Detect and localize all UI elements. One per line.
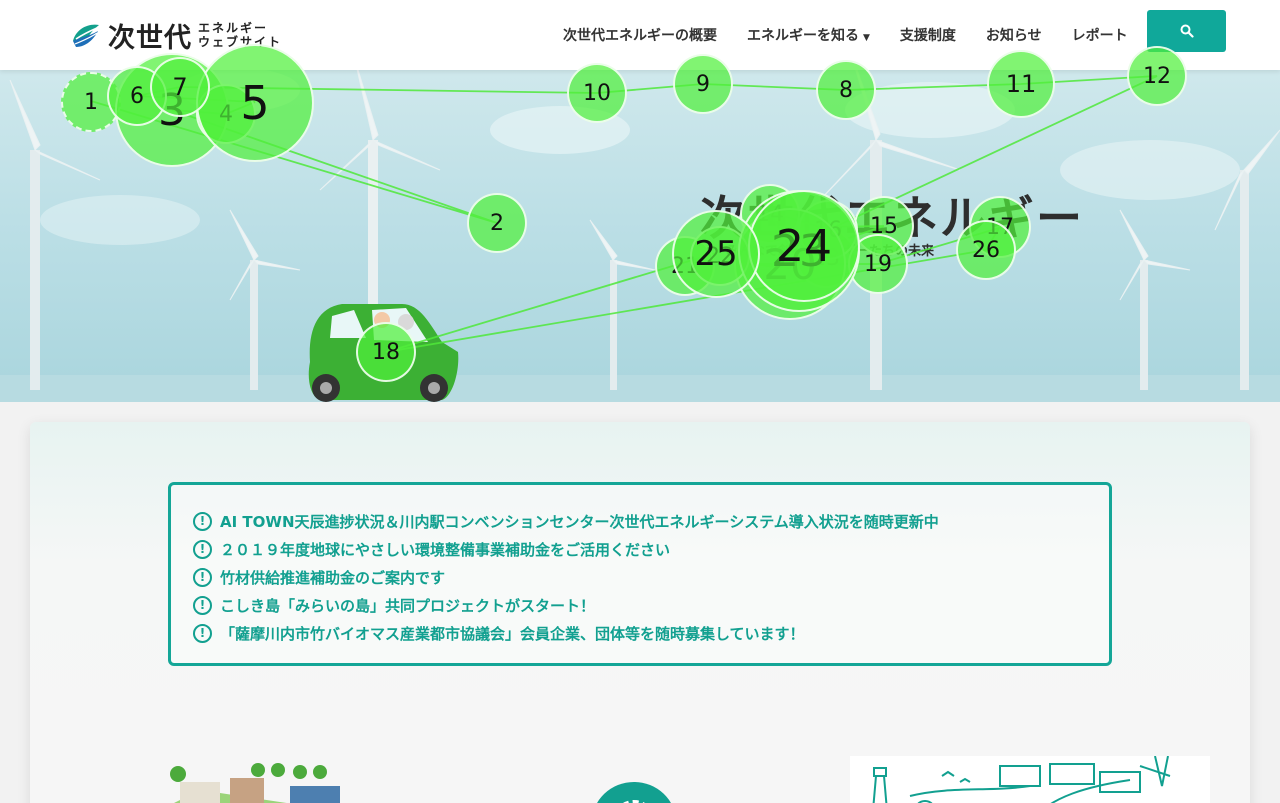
search-button[interactable] bbox=[1147, 10, 1226, 52]
site-header: 次世代 エネルギー ウェブサイト 次世代エネルギーの概要 エネルギーを知る ▼ 支… bbox=[0, 0, 1280, 70]
notice-text: ２０１９年度地球にやさしい環境整備事業補助金をご活用ください bbox=[220, 540, 671, 559]
caret-down-icon: ▼ bbox=[863, 33, 870, 43]
exclamation-circle-icon: ! bbox=[193, 539, 212, 559]
energy-badge-icon bbox=[597, 782, 671, 803]
main-nav: 次世代エネルギーの概要 エネルギーを知る ▼ 支援制度 お知らせ レポート bbox=[548, 0, 1143, 70]
logo-sub-line2: ウェブサイト bbox=[198, 35, 283, 49]
exclamation-circle-icon: ! bbox=[193, 595, 212, 615]
search-icon bbox=[1180, 24, 1194, 38]
site-logo[interactable]: 次世代 エネルギー ウェブサイト bbox=[70, 16, 282, 54]
notice-item[interactable]: ! こしき島「みらいの島」共同プロジェクトがスタート！ bbox=[193, 591, 1087, 619]
notice-text: AI TOWN天辰進捗状況＆川内駅コンベンションセンター次世代エネルギーシステム… bbox=[220, 512, 939, 531]
nav-item-learn-energy[interactable]: エネルギーを知る ▼ bbox=[732, 25, 885, 45]
nav-item-news[interactable]: お知らせ bbox=[971, 25, 1057, 45]
exclamation-circle-icon: ! bbox=[193, 511, 212, 531]
notice-item[interactable]: ! 竹材供給推進補助金のご案内です bbox=[193, 563, 1087, 591]
notice-text: 「薩摩川内市竹バイオマス産業都市協議会」会員企業、団体等を随時募集しています！ bbox=[220, 624, 805, 643]
logo-main-text: 次世代 bbox=[108, 22, 192, 54]
notice-text: こしき島「みらいの島」共同プロジェクトがスタート！ bbox=[220, 596, 596, 615]
hero-title: 次世代エネルギー bbox=[700, 191, 1084, 245]
logo-sub-line1: エネルギー bbox=[198, 21, 269, 35]
logo-sub-text: エネルギー ウェブサイト bbox=[198, 21, 282, 49]
nav-item-support[interactable]: 支援制度 bbox=[885, 25, 971, 45]
nav-item-report[interactable]: レポート bbox=[1057, 25, 1143, 45]
hero-banner: 次世代エネルギー みんなで創るエネルギーたちの未来 bbox=[0, 70, 1280, 402]
leaf-logo-icon bbox=[73, 24, 99, 47]
nav-item-overview[interactable]: 次世代エネルギーの概要 bbox=[548, 25, 732, 45]
hero-subtitle: みんなで創るエネルギーたちの未来 bbox=[726, 244, 935, 259]
notice-item[interactable]: ! AI TOWN天辰進捗状況＆川内駅コンベンションセンター次世代エネルギーシステ… bbox=[193, 507, 1087, 535]
green-car bbox=[308, 304, 459, 402]
nav-item-label: エネルギーを知る bbox=[747, 28, 859, 44]
town-illustration bbox=[170, 763, 340, 803]
notice-list: ! AI TOWN天辰進捗状況＆川内駅コンベンションセンター次世代エネルギーシステ… bbox=[168, 482, 1112, 666]
notice-item[interactable]: ! 「薩摩川内市竹バイオマス産業都市協議会」会員企業、団体等を随時募集しています！ bbox=[193, 619, 1087, 647]
exclamation-circle-icon: ! bbox=[193, 567, 212, 587]
notice-text: 竹材供給推進補助金のご案内です bbox=[220, 568, 446, 587]
exclamation-circle-icon: ! bbox=[193, 623, 212, 643]
island-line-illustration bbox=[850, 756, 1210, 803]
content-card: ! AI TOWN天辰進捗状況＆川内駅コンベンションセンター次世代エネルギーシステ… bbox=[30, 422, 1250, 803]
wind-turbine-illustration bbox=[0, 70, 1280, 402]
notice-item[interactable]: ! ２０１９年度地球にやさしい環境整備事業補助金をご活用ください bbox=[193, 535, 1087, 563]
